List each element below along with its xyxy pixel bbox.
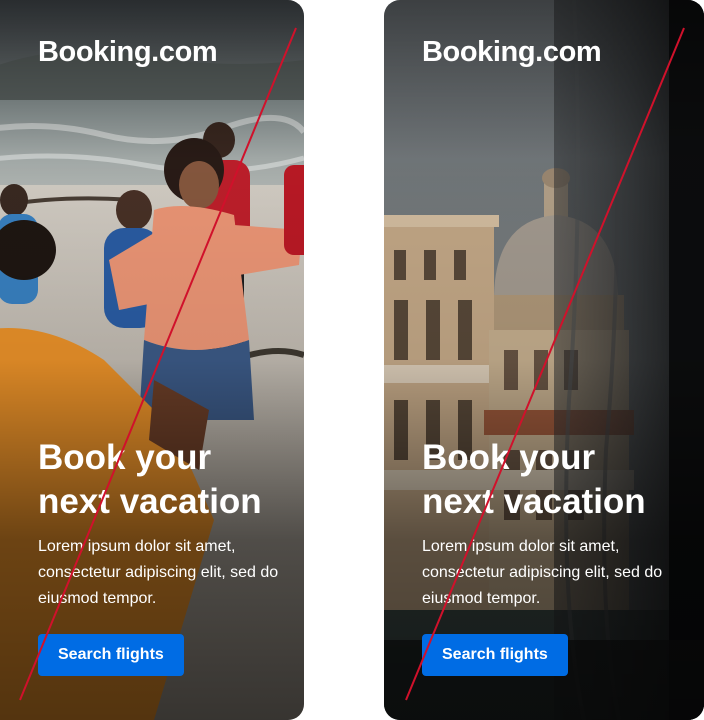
headline-line-1: Book your	[422, 438, 596, 477]
headline-line-1: Book your	[38, 438, 212, 477]
headline: Book your next vacation	[38, 436, 304, 524]
ad-card-beach: Booking.com Book your next vacation Lore…	[0, 0, 304, 720]
search-flights-button[interactable]: Search flights	[38, 634, 184, 676]
brand-logo: Booking.com	[422, 36, 602, 68]
body-copy: Lorem ipsum dolor sit amet, consectetur …	[422, 538, 663, 607]
ad-comparison: Booking.com Book your next vacation Lore…	[0, 0, 704, 720]
headline: Book your next vacation	[422, 436, 692, 524]
headline-line-2: next vacation	[38, 482, 262, 521]
body-copy: Lorem ipsum dolor sit amet, consectetur …	[38, 538, 279, 607]
photo-overlay	[0, 0, 304, 720]
brand-logo: Booking.com	[38, 36, 218, 68]
photo-overlay	[384, 0, 704, 720]
ad-card-venice: Booking.com Book your next vacation Lore…	[384, 0, 704, 720]
search-flights-button[interactable]: Search flights	[422, 634, 568, 676]
headline-line-2: next vacation	[422, 482, 646, 521]
